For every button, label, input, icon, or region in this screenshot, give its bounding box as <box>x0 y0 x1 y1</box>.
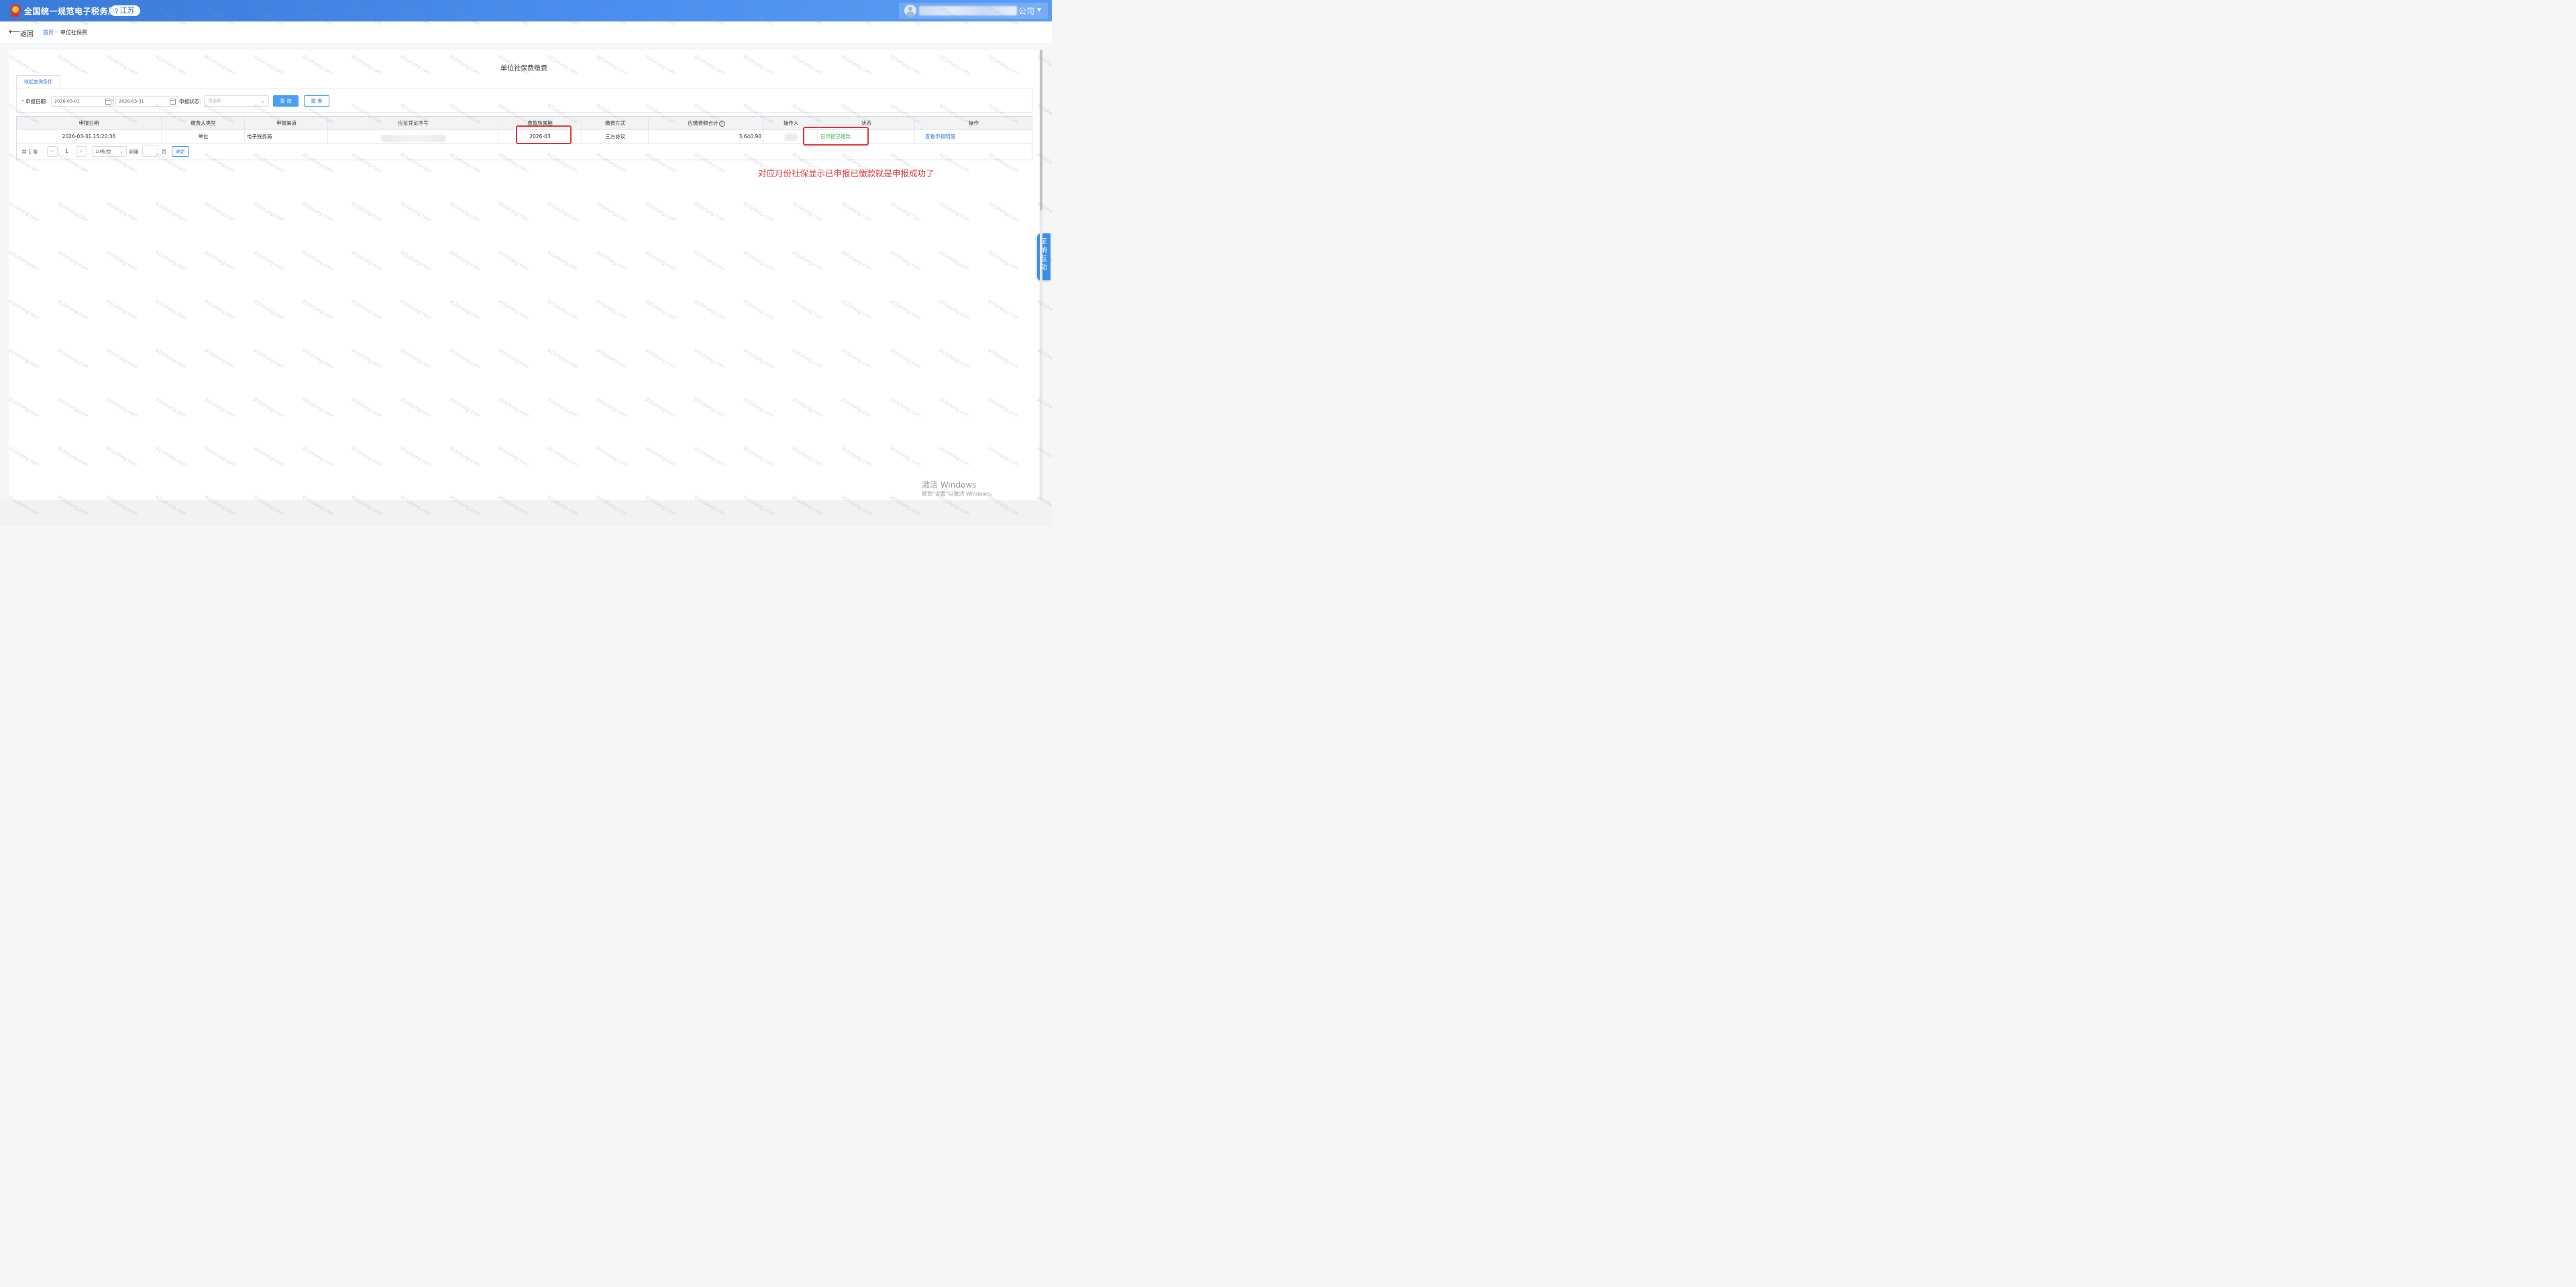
back-arrow-icon[interactable]: ⟵ <box>9 27 20 36</box>
total-count: 共 1 条 <box>21 149 38 155</box>
required-asterisk: * <box>21 99 24 105</box>
current-page[interactable]: 1 <box>65 148 68 154</box>
vertical-scrollbar[interactable] <box>1040 50 1042 500</box>
status-placeholder: 请选择 <box>208 98 221 103</box>
user-avatar-icon <box>904 5 916 17</box>
pagination: 共 1 条 < 1 > 10条/页 ⌄ 到第 页 确定 <box>17 144 1032 160</box>
breadcrumb-current: 单位社保费 <box>60 30 87 36</box>
breadcrumb-bar: ⟵ 返回 首页 › 单位社保费 <box>0 21 1052 43</box>
user-menu[interactable]: 公司 ▼ <box>899 3 1048 19</box>
date-range-separator: - <box>111 97 113 103</box>
location-pin-icon: ⚲ <box>114 8 119 15</box>
windows-activation-title: 激活 Windows <box>922 480 977 490</box>
cell-payer-type: 单位 <box>161 130 245 143</box>
annotation-text: 对应月份社保显示已申报已缴款就是申报成功了 <box>758 168 934 178</box>
status-select[interactable]: 请选择 ⌄ <box>204 95 269 107</box>
col-header-payer-type: 缴费人类型 <box>161 117 245 129</box>
breadcrumb-home-link[interactable]: 首页 <box>43 29 54 36</box>
date-to-value: 2026-03-31 <box>119 99 144 104</box>
back-button[interactable]: 返回 <box>20 28 34 38</box>
cell-date: 2026-03-31 15:20:36 <box>62 133 116 139</box>
col-header-pay-method: 缴费方式 <box>581 117 649 129</box>
col-header-voucher: 应征凭证序号 <box>327 117 498 129</box>
bottom-strip <box>0 500 1052 526</box>
prev-page-button[interactable]: < <box>47 146 58 157</box>
page-title: 单位社保费缴费 <box>500 65 547 72</box>
goto-label: 到第 <box>129 149 139 155</box>
date-to-input[interactable]: 2026-03-31 <box>115 96 178 107</box>
side-char: 互 <box>1040 256 1047 263</box>
cell-pay-method: 三方协议 <box>581 130 649 143</box>
windows-activation-subtitle: 转到"设置"以激活 Windows。 <box>922 491 996 497</box>
breadcrumb-separator-icon: › <box>55 29 58 35</box>
col-header-channel: 申报渠道 <box>244 117 328 129</box>
highlight-period <box>516 125 572 144</box>
help-icon[interactable]: ? <box>718 120 725 127</box>
goto-page-input[interactable] <box>142 146 158 157</box>
date-from-value: 2026-03-01 <box>54 99 80 104</box>
col-header-amount-label: 应缴费额合计 <box>688 120 718 126</box>
col-header-action: 操作 <box>914 117 1032 129</box>
highlight-status <box>803 127 869 146</box>
top-header: 全国统一规范电子税务局 ⚲ 江苏 公司 ▼ <box>0 0 1052 21</box>
region-selector[interactable]: ⚲ 江苏 <box>110 5 140 16</box>
col-header-date: 申报日期 <box>78 120 99 126</box>
collapse-query-tab[interactable]: 收起查询条件 <box>16 75 60 90</box>
company-suffix: 公司 <box>1018 7 1035 16</box>
interaction-side-button[interactable]: 征 纳 互 动 <box>1037 233 1051 280</box>
next-page-button[interactable]: > <box>76 146 87 157</box>
side-char: 纳 <box>1040 247 1047 254</box>
page-suffix: 页 <box>162 149 167 155</box>
cell-voucher <box>327 130 498 143</box>
page-size-select[interactable]: 10条/页 ⌄ <box>92 146 127 157</box>
redacted-voucher <box>381 134 445 142</box>
calendar-icon <box>105 99 111 105</box>
scrollbar-thumb[interactable] <box>1040 50 1042 211</box>
chevron-down-icon: ⌄ <box>260 98 265 104</box>
page-size-value: 10条/页 <box>95 149 111 154</box>
side-char: 征 <box>1040 238 1047 245</box>
goto-confirm-button[interactable]: 确定 <box>172 146 189 157</box>
col-header-amount: 应缴费额合计? <box>648 117 764 129</box>
status-label: 申报状态: <box>179 99 201 105</box>
date-label: 申报日期: <box>25 99 48 105</box>
view-detail-link[interactable]: 查看申报明细 <box>914 130 1032 143</box>
redacted-operator <box>785 133 797 141</box>
chevron-down-icon: ⌄ <box>119 149 123 154</box>
side-char: 动 <box>1040 264 1047 272</box>
date-from-input[interactable]: 2026-03-01 <box>51 96 114 107</box>
calendar-icon <box>170 99 176 105</box>
tax-emblem-icon <box>10 4 21 17</box>
region-label: 江苏 <box>119 6 135 15</box>
reset-button[interactable]: 重 置 <box>304 95 329 107</box>
redacted-company-name <box>919 6 1017 15</box>
chevron-down-icon: ▼ <box>1037 7 1042 13</box>
cell-amount: 3,640.90 <box>648 130 763 143</box>
app-title: 全国统一规范电子税务局 <box>24 7 117 16</box>
query-button[interactable]: 查 询 <box>273 95 299 107</box>
cell-channel: 电子税务局 <box>244 130 327 143</box>
